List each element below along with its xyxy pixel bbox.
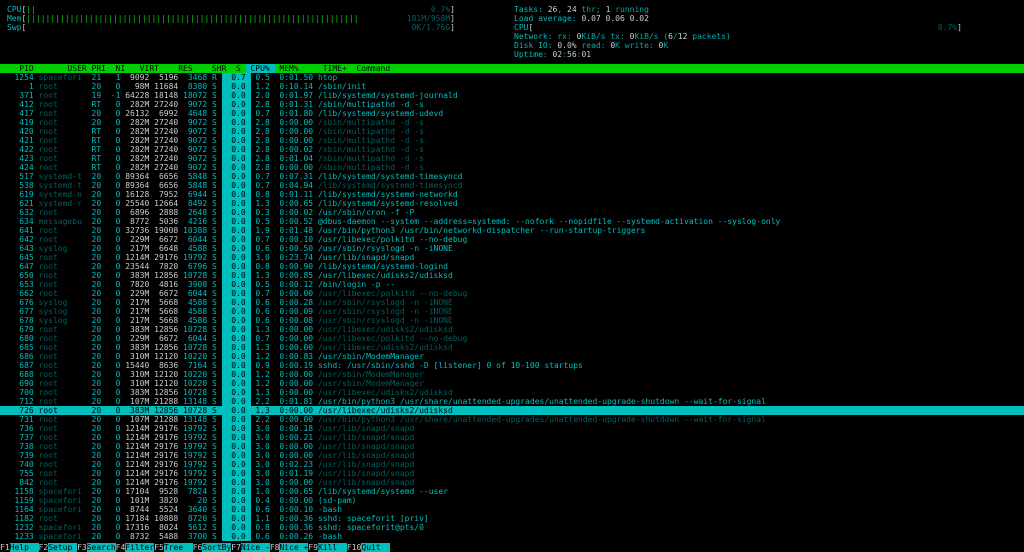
meter: CPU[ 0.7%] (514, 23, 1017, 32)
process-row[interactable]: 676 syslog 20 0 217M 5668 4588 S 0.0 0.6… (0, 298, 1024, 307)
fn-key: F9 (308, 543, 318, 552)
process-row[interactable]: 417 root 20 0 26132 6992 4648 S 0.0 0.7 … (0, 109, 1024, 118)
process-row[interactable]: 419 root 20 0 282M 27240 9072 S 0.0 2.8 … (0, 118, 1024, 127)
fn-key: F2 (39, 543, 49, 552)
process-row[interactable]: 677 syslog 20 0 217M 5668 4588 S 0.0 0.6… (0, 307, 1024, 316)
fn-key: F3 (77, 543, 87, 552)
process-row[interactable]: 662 root 20 0 229M 6672 6044 S 0.0 0.7 0… (0, 289, 1024, 298)
process-row[interactable]: 712 root 20 0 107M 21288 13148 S 0.0 2.2… (0, 397, 1024, 406)
process-row[interactable]: 1159 spacefori 20 0 101M 3820 20 S 0.0 0… (0, 496, 1024, 505)
process-row[interactable]: 678 syslog 20 0 217M 5668 4588 S 0.0 0.6… (0, 316, 1024, 325)
process-row[interactable]: 1 root 20 0 98M 11684 8380 S 0.0 1.2 0:1… (0, 82, 1024, 91)
process-row[interactable]: 737 root 20 0 1214M 29176 19792 S 0.0 3.… (0, 433, 1024, 442)
process-list[interactable]: 1254 spacefori 21 1 9092 5196 3468 R 0.7… (0, 73, 1024, 541)
process-row[interactable]: 653 root 20 0 7820 4816 3908 S 0.0 0.5 0… (0, 280, 1024, 289)
fn-key: F1 (0, 543, 10, 552)
process-row[interactable]: 690 root 20 0 310M 12120 10220 S 0.0 1.2… (0, 379, 1024, 388)
process-row[interactable]: 517 systemd-t 20 0 89364 6656 5848 S 0.0… (0, 172, 1024, 181)
process-row[interactable]: 686 root 20 0 310M 12120 10220 S 0.0 1.2… (0, 352, 1024, 361)
process-row[interactable]: 736 root 20 0 1214M 29176 19792 S 0.0 3.… (0, 424, 1024, 433)
meters-area: CPU[|| 0.7%]Mem[||||||||||||||||||||||||… (0, 0, 1024, 64)
process-row[interactable]: 619 systemd-n 20 0 16128 7952 6944 S 0.0… (0, 190, 1024, 199)
process-row[interactable]: 739 root 20 0 1214M 29176 19792 S 0.0 3.… (0, 451, 1024, 460)
fn-label[interactable]: Setup (48, 543, 77, 552)
process-row[interactable]: 842 root 20 0 1214M 29176 19792 S 0.0 3.… (0, 478, 1024, 487)
process-row[interactable]: 1233 spacefori 20 0 8732 5488 3700 S 0.0… (0, 532, 1024, 541)
meter: CPU[|| 0.7%] (7, 5, 510, 14)
column-header[interactable]: PID USER PRI NI VIRT RES SHR S CPU% MEM%… (0, 64, 1024, 73)
process-row[interactable]: 650 root 20 0 383M 12856 10728 S 0.0 1.3… (0, 271, 1024, 280)
process-row[interactable]: 1254 spacefori 21 1 9092 5196 3468 R 0.7… (0, 73, 1024, 82)
process-row[interactable]: 643 syslog 20 0 217M 6648 4588 S 0.0 0.6… (0, 244, 1024, 253)
meter-text: Network: rx: 0KiB/s tx: 0KiB/s (6/12 pac… (514, 32, 1017, 41)
process-row[interactable]: 700 root 20 0 383M 12856 10728 S 0.0 1.3… (0, 388, 1024, 397)
process-row[interactable]: 412 root RT 0 282M 27240 9072 S 0.0 2.8 … (0, 100, 1024, 109)
fn-label[interactable]: SortBy (202, 543, 231, 552)
process-row[interactable]: 1182 root 20 0 17184 10888 8720 S 0.0 1.… (0, 514, 1024, 523)
process-row[interactable]: 632 root 20 0 6896 2888 2648 S 0.0 0.3 0… (0, 208, 1024, 217)
process-row[interactable]: 634 messagebu 20 0 8772 5036 4216 S 0.0 … (0, 217, 1024, 226)
process-row[interactable]: 685 root 20 0 383M 12856 10728 S 0.0 1.3… (0, 343, 1024, 352)
process-row[interactable]: 738 root 20 0 1214M 29176 19792 S 0.0 3.… (0, 442, 1024, 451)
process-row[interactable]: 680 root 20 0 229M 6672 6044 S 0.0 0.7 0… (0, 334, 1024, 343)
fn-key: F10 (347, 543, 361, 552)
fn-key: F5 (154, 543, 164, 552)
process-row[interactable]: 423 root RT 0 282M 27240 9072 S 0.0 2.8 … (0, 154, 1024, 163)
fn-label[interactable]: Search (87, 543, 116, 552)
fn-label[interactable]: Tree (164, 543, 193, 552)
fn-key: F7 (231, 543, 241, 552)
meter-text: Disk IO: 0.0% read: 0K write: 0K (514, 41, 1017, 50)
process-row[interactable]: 422 root RT 0 282M 27240 9072 S 0.0 2.8 … (0, 145, 1024, 154)
meter-text: Load average: 0.07 0.06 0.02 (514, 14, 1017, 23)
process-row[interactable]: 679 root 20 0 383M 12856 10728 S 0.0 1.3… (0, 325, 1024, 334)
process-row[interactable]: 424 root RT 0 282M 27240 9072 S 0.0 2.8 … (0, 163, 1024, 172)
fn-label[interactable]: Filter (125, 543, 154, 552)
process-row[interactable]: 420 root RT 0 282M 27240 9072 S 0.0 2.8 … (0, 127, 1024, 136)
process-row[interactable]: 647 root 20 0 23544 7820 6796 S 0.0 0.8 … (0, 262, 1024, 271)
meter-text: Uptime: 02:56:01 (514, 50, 1017, 59)
fn-label[interactable]: Kill (318, 543, 347, 552)
fn-label[interactable]: Nice + (279, 543, 308, 552)
process-row[interactable]: 1158 spacefori 20 0 17104 9528 7824 S 0.… (0, 487, 1024, 496)
process-row[interactable]: 1164 spacefori 20 0 8744 5524 3640 S 0.0… (0, 505, 1024, 514)
process-row[interactable]: 371 root 19 -1 64228 18148 18072 S 0.0 2… (0, 91, 1024, 100)
fn-label[interactable]: Help (10, 543, 39, 552)
process-row[interactable]: 740 root 20 0 1214M 29176 19792 S 0.0 3.… (0, 460, 1024, 469)
fn-label[interactable]: Nice - (241, 543, 270, 552)
process-row[interactable]: 621 systemd-r 20 0 25540 12664 8492 S 0.… (0, 199, 1024, 208)
fn-key: F6 (193, 543, 203, 552)
process-row[interactable]: 688 root 20 0 310M 12120 10220 S 0.0 1.2… (0, 370, 1024, 379)
meter: Swp[ 0K/1.76G] (7, 23, 510, 32)
process-row[interactable]: 687 root 20 0 15440 8636 7164 S 0.0 0.9 … (0, 361, 1024, 370)
process-row[interactable]: 421 root RT 0 282M 27240 9072 S 0.0 2.8 … (0, 136, 1024, 145)
meter: Mem[||||||||||||||||||||||||||||||||||||… (7, 14, 510, 23)
process-row[interactable]: 642 root 20 0 229M 6672 6044 S 0.0 0.7 0… (0, 235, 1024, 244)
fn-key: F4 (116, 543, 126, 552)
function-key-bar[interactable]: F1Help F2Setup F3SearchF4FilterF5Tree F6… (0, 543, 1024, 552)
process-row[interactable]: 641 root 20 0 32736 19008 10388 S 0.0 1.… (0, 226, 1024, 235)
meter-text: Tasks: 26, 24 thr; 1 running (514, 5, 1017, 14)
fn-label[interactable]: Quit (361, 543, 390, 552)
process-row[interactable]: 538 systemd-t 20 0 89364 6656 5848 S 0.0… (0, 181, 1024, 190)
process-row[interactable]: 645 root 20 0 1214M 29176 19792 S 0.0 3.… (0, 253, 1024, 262)
process-row[interactable]: 726 root 20 0 383M 12856 10728 S 0.0 1.3… (0, 406, 1024, 415)
process-row[interactable]: 1232 spacefori 20 0 17316 8024 5612 S 0.… (0, 523, 1024, 532)
process-row[interactable]: 731 root 20 0 107M 21288 13148 S 0.0 2.2… (0, 415, 1024, 424)
process-row[interactable]: 755 root 20 0 1214M 29176 19792 S 0.0 3.… (0, 469, 1024, 478)
